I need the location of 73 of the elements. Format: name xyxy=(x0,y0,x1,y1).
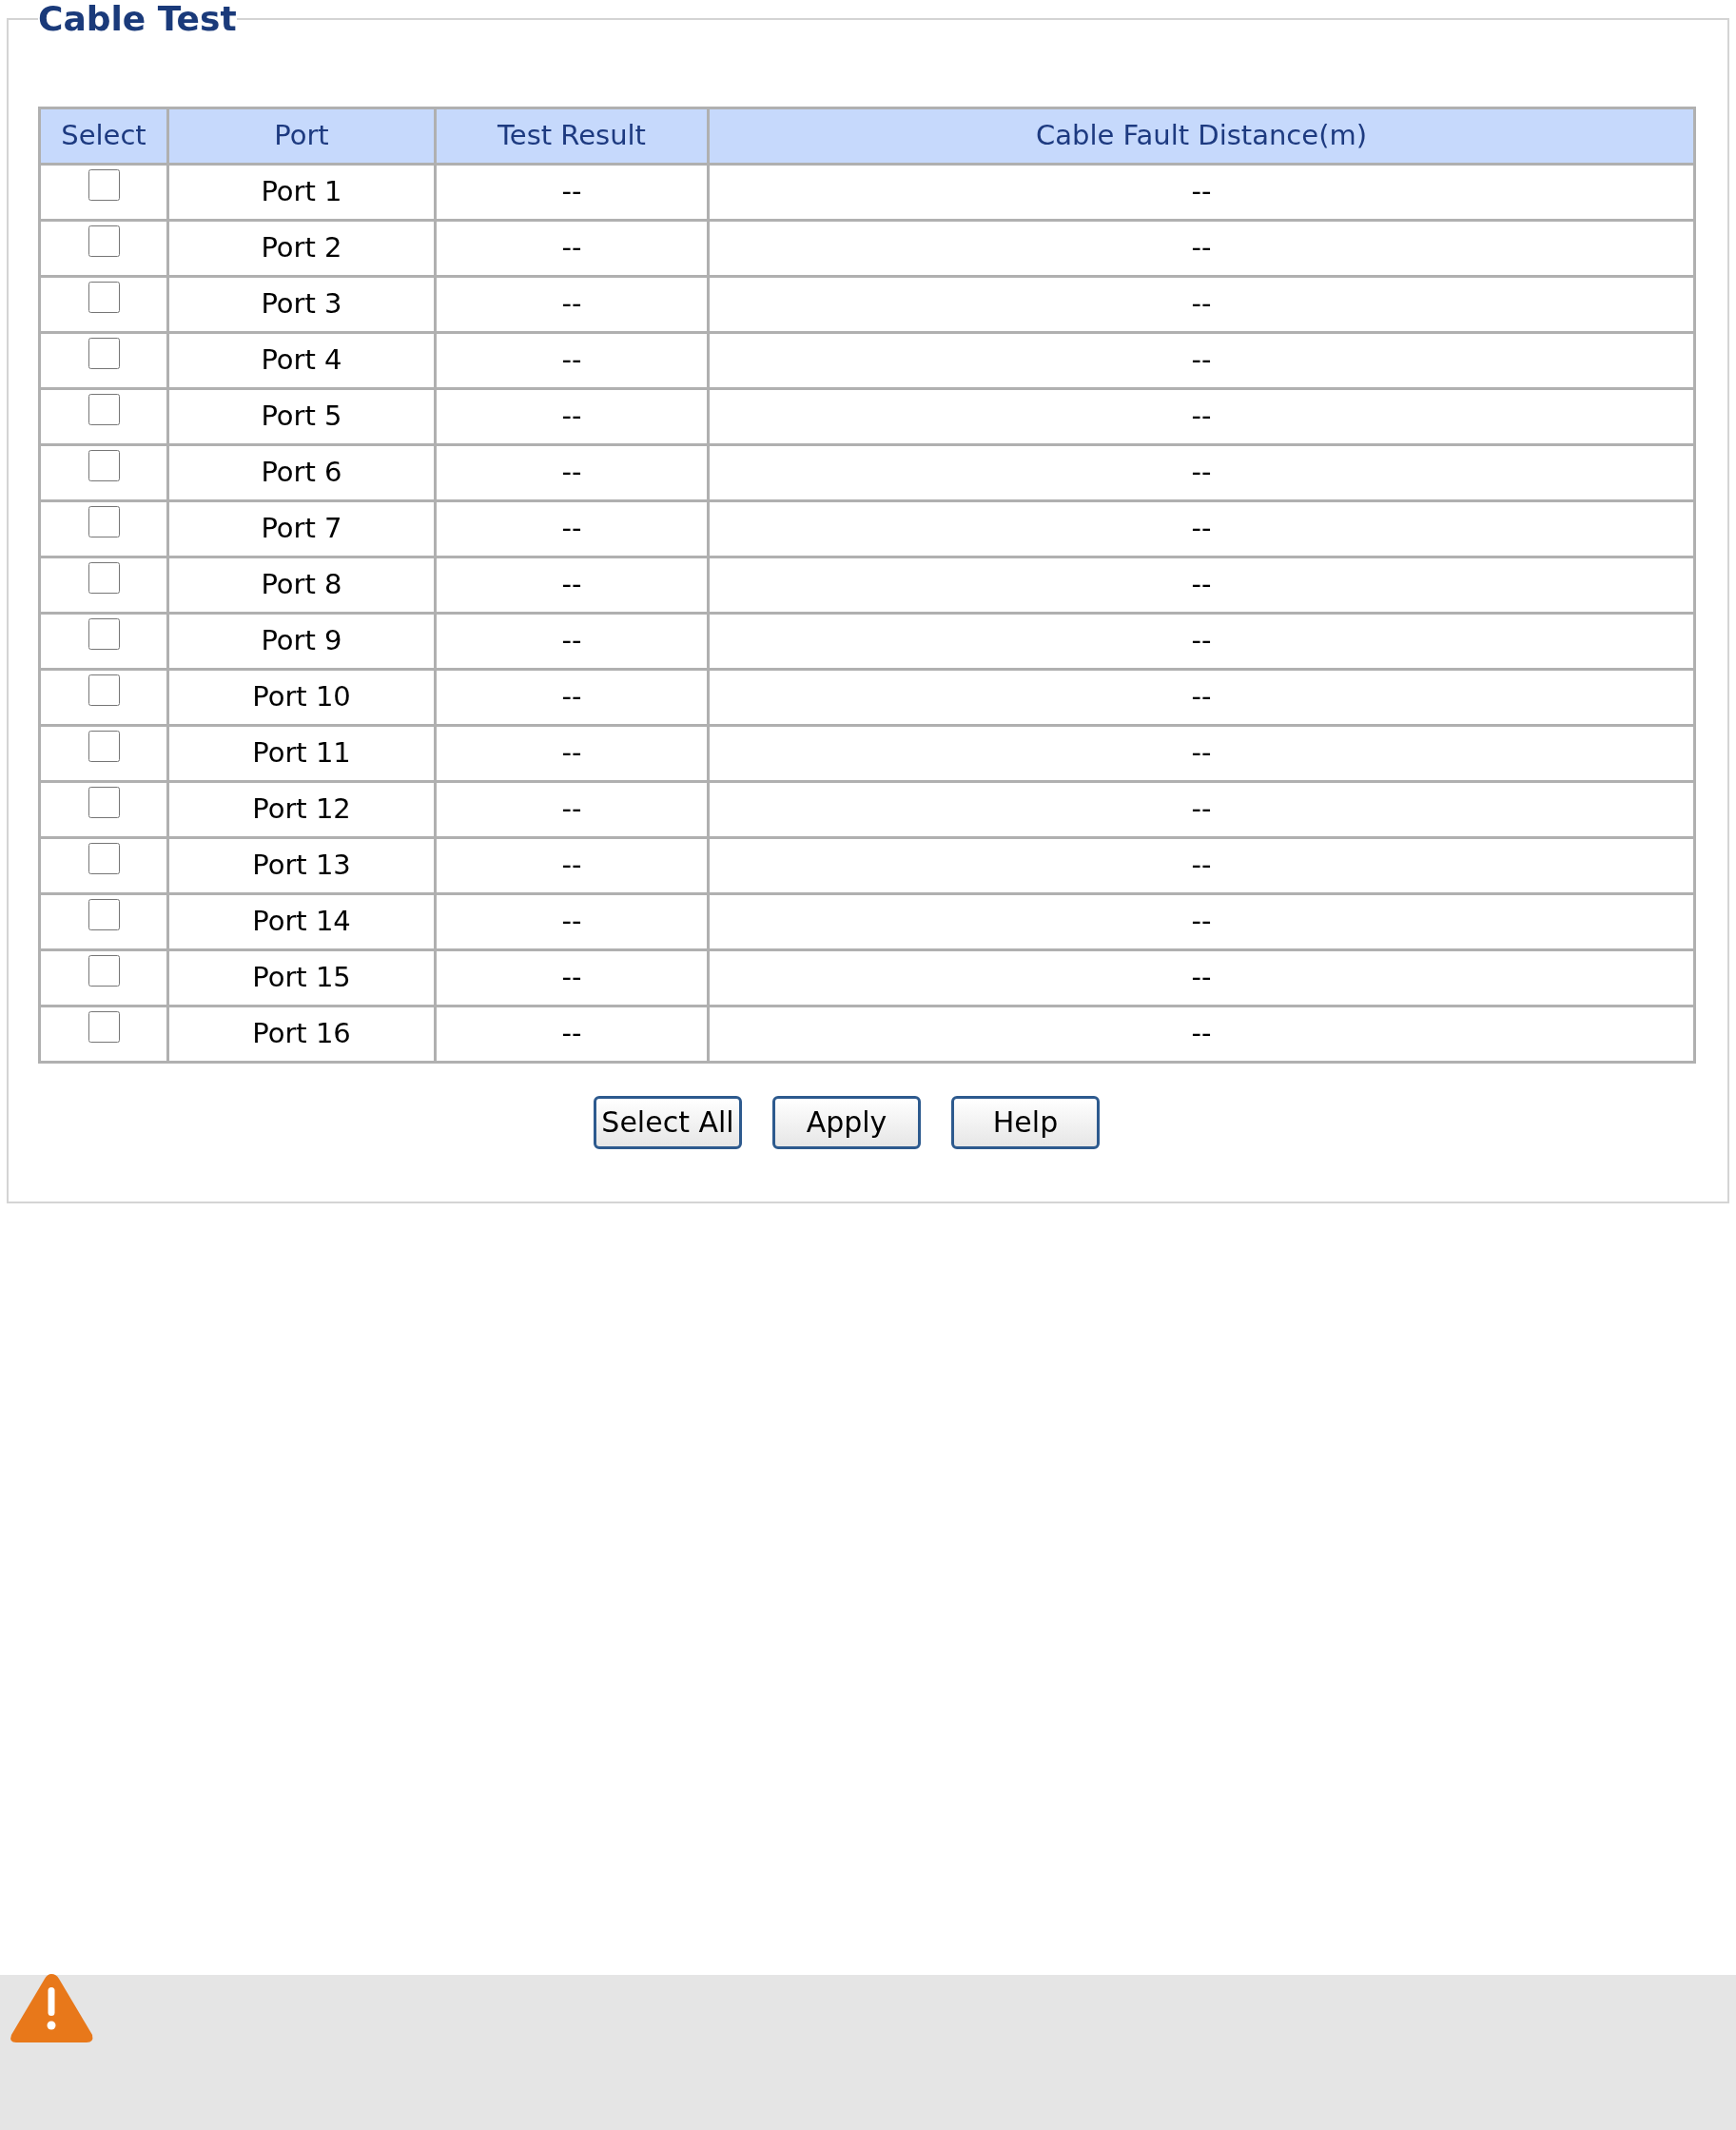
table-cell: -- xyxy=(435,781,709,838)
select-checkbox[interactable] xyxy=(88,787,120,818)
action-button[interactable]: Apply xyxy=(772,1096,921,1149)
table-cell: -- xyxy=(708,444,1695,501)
table-cell: -- xyxy=(435,725,709,782)
table-cell: -- xyxy=(435,220,709,277)
table-cell: Port 9 xyxy=(167,613,436,670)
select-checkbox[interactable] xyxy=(88,899,120,930)
table-cell: Port 3 xyxy=(167,276,436,333)
select-checkbox[interactable] xyxy=(88,394,120,425)
table-cell: -- xyxy=(708,781,1695,838)
table-cell: -- xyxy=(708,949,1695,1006)
warning-icon xyxy=(9,1972,94,2044)
select-checkbox[interactable] xyxy=(88,1011,120,1043)
table-cell: -- xyxy=(708,220,1695,277)
table-cell: -- xyxy=(708,893,1695,950)
table-cell: Port 5 xyxy=(167,388,436,445)
table-cell: Port 14 xyxy=(167,893,436,950)
table-cell: Port 2 xyxy=(167,220,436,277)
table-cell: -- xyxy=(708,500,1695,557)
table-cell: -- xyxy=(708,669,1695,726)
select-checkbox[interactable] xyxy=(88,282,120,313)
table-cell: Port 6 xyxy=(167,444,436,501)
select-checkbox[interactable] xyxy=(88,731,120,762)
select-checkbox[interactable] xyxy=(88,506,120,537)
table-cell: -- xyxy=(435,837,709,894)
table-cell: -- xyxy=(708,557,1695,614)
table-cell: -- xyxy=(435,332,709,389)
select-checkbox[interactable] xyxy=(88,562,120,594)
select-checkbox[interactable] xyxy=(88,955,120,987)
column-header: Cable Fault Distance(m) xyxy=(708,107,1695,165)
action-button[interactable]: Select All xyxy=(594,1096,742,1149)
table-cell: -- xyxy=(435,164,709,221)
action-button[interactable]: Help xyxy=(951,1096,1100,1149)
select-checkbox[interactable] xyxy=(88,618,120,650)
table-cell: Port 12 xyxy=(167,781,436,838)
table-cell: -- xyxy=(708,837,1695,894)
table-cell: -- xyxy=(435,669,709,726)
table-cell: -- xyxy=(435,613,709,670)
table-cell: Port 8 xyxy=(167,557,436,614)
column-header: Select xyxy=(39,107,168,165)
panel-title: Cable Test xyxy=(38,2,237,36)
table-cell: -- xyxy=(708,725,1695,782)
table-cell: -- xyxy=(708,1006,1695,1063)
table-cell: Port 11 xyxy=(167,725,436,782)
table-cell: -- xyxy=(435,388,709,445)
table-cell: Port 15 xyxy=(167,949,436,1006)
select-checkbox[interactable] xyxy=(88,450,120,481)
table-cell: -- xyxy=(708,332,1695,389)
table-cell: -- xyxy=(435,444,709,501)
table-cell: Port 1 xyxy=(167,164,436,221)
table-cell: Port 7 xyxy=(167,500,436,557)
table-cell: Port 10 xyxy=(167,669,436,726)
table-cell: -- xyxy=(708,613,1695,670)
table-cell: -- xyxy=(435,949,709,1006)
table-cell: -- xyxy=(708,276,1695,333)
table-cell: -- xyxy=(435,1006,709,1063)
table-cell: -- xyxy=(435,276,709,333)
select-checkbox[interactable] xyxy=(88,843,120,874)
table-cell: Port 13 xyxy=(167,837,436,894)
select-checkbox[interactable] xyxy=(88,225,120,257)
table-cell: -- xyxy=(435,500,709,557)
table-cell: -- xyxy=(435,893,709,950)
column-header: Test Result xyxy=(435,107,709,165)
select-checkbox[interactable] xyxy=(88,338,120,369)
select-checkbox[interactable] xyxy=(88,169,120,201)
select-checkbox[interactable] xyxy=(88,674,120,706)
table-cell: -- xyxy=(708,388,1695,445)
table-cell: Port 16 xyxy=(167,1006,436,1063)
column-header: Port xyxy=(167,107,436,165)
table-cell: -- xyxy=(708,164,1695,221)
table-cell: -- xyxy=(435,557,709,614)
table-cell: Port 4 xyxy=(167,332,436,389)
